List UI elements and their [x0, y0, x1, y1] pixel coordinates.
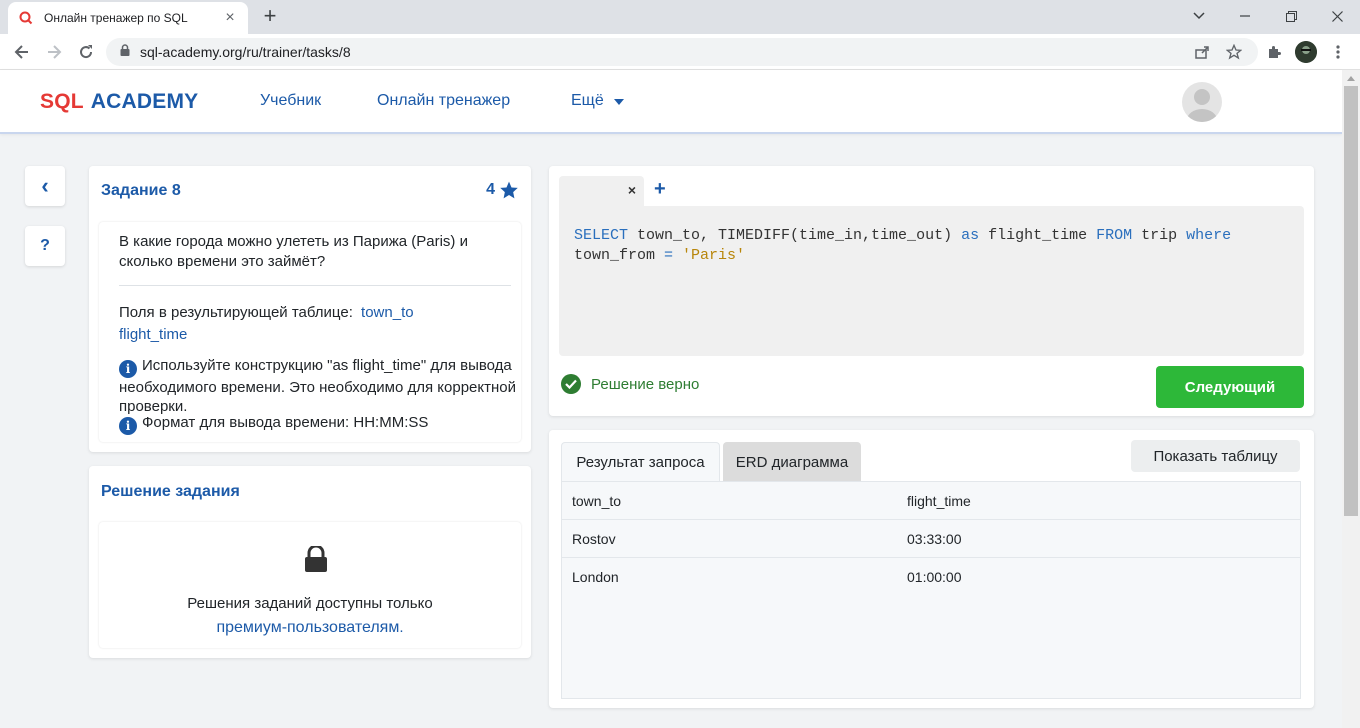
browser-tab[interactable]: Онлайн тренажер по SQL ×	[8, 2, 248, 34]
solution-locked-box: Решения заданий доступны только премиум-…	[99, 522, 521, 648]
show-table-button[interactable]: Показать таблицу	[1131, 440, 1300, 472]
hint-item: i Используйте конструкцию "as flight_time…	[119, 356, 519, 416]
table-row: Rostov 03:33:00	[562, 520, 1300, 558]
editor-tab[interactable]: ×	[559, 176, 644, 206]
scroll-thumb[interactable]	[1344, 86, 1358, 516]
caret-down-icon	[613, 99, 624, 105]
table-header-row: town_to flight_time	[562, 482, 1300, 520]
locked-suffix: .	[399, 619, 404, 636]
restore-button[interactable]	[1268, 0, 1314, 32]
extensions-puzzle-icon[interactable]	[1260, 38, 1288, 66]
logo-sql: SQL	[40, 90, 84, 113]
solution-title: Решение задания	[101, 483, 240, 500]
page-scrollbar[interactable]	[1342, 70, 1360, 728]
divider	[119, 285, 511, 286]
column-header: flight_time	[907, 493, 971, 509]
task-points-value: 4	[486, 181, 495, 198]
table-cell: 01:00:00	[907, 569, 962, 585]
tab-close-icon[interactable]: ×	[222, 10, 238, 26]
column-header: town_to	[572, 493, 622, 509]
solution-status: Решение верно	[561, 374, 699, 394]
info-icon: i	[119, 417, 137, 435]
task-points: 4	[486, 180, 519, 200]
locked-text: Решения заданий доступны только	[187, 595, 433, 612]
sql-editor[interactable]: SELECT town_to, TIMEDIFF(time_in,time_ou…	[559, 206, 1304, 356]
task-question: В какие города можно улететь из Парижа (…	[119, 233, 468, 270]
close-icon[interactable]: ×	[628, 182, 636, 198]
add-tab-button[interactable]: +	[654, 178, 666, 201]
table-row: London 01:00:00	[562, 558, 1300, 596]
hint-item: i Формат для вывода времени: HH:MM:SS	[119, 413, 519, 435]
new-tab-button[interactable]: +	[258, 4, 282, 28]
editor-card: × + SELECT town_to, TIMEDIFF(time_in,tim…	[549, 166, 1314, 416]
task-title: Задание 8	[101, 182, 181, 199]
url-text: sql-academy.org/ru/trainer/tasks/8	[140, 44, 351, 60]
star-icon	[500, 181, 518, 199]
tab-search-icon[interactable]	[1176, 0, 1222, 32]
question-icon: ?	[40, 237, 50, 254]
profile-avatar[interactable]	[1292, 38, 1320, 66]
sql-academy-favicon-icon	[18, 10, 34, 26]
scroll-up-arrow-icon[interactable]	[1347, 76, 1355, 81]
nav-more-label: Ещё	[571, 92, 604, 109]
nav-trainer-link[interactable]: Онлайн тренажер	[377, 92, 510, 110]
site-header: SQL ACADEMY Учебник Онлайн тренажер Ещё	[0, 70, 1342, 134]
browser-tabbar: Онлайн тренажер по SQL × +	[0, 0, 1360, 34]
field-town-to: town_to	[361, 304, 414, 321]
table-cell: Rostov	[572, 531, 616, 547]
nav-more-dropdown[interactable]: Ещё	[571, 92, 624, 110]
bookmark-star-icon[interactable]	[1220, 38, 1248, 66]
user-avatar[interactable]	[1182, 82, 1222, 122]
back-button[interactable]: ‹	[25, 166, 65, 206]
browser-menu-icon[interactable]	[1324, 38, 1352, 66]
table-cell: 03:33:00	[907, 531, 962, 547]
forward-arrow-icon[interactable]	[40, 38, 68, 66]
info-icon: i	[119, 360, 137, 378]
next-button[interactable]: Следующий	[1156, 366, 1304, 408]
address-bar[interactable]: sql-academy.org/ru/trainer/tasks/8	[106, 38, 1258, 66]
lock-icon	[304, 544, 328, 577]
status-text: Решение верно	[591, 375, 700, 393]
check-circle-icon	[561, 374, 581, 394]
chevron-left-icon: ‹	[41, 173, 49, 198]
logo-academy: ACADEMY	[90, 90, 199, 113]
tab-erd-diagram[interactable]: ERD диаграмма	[723, 442, 861, 482]
table-cell: London	[572, 569, 619, 585]
back-arrow-icon[interactable]	[8, 38, 36, 66]
result-fields: Поля в результирующей таблице: town_to f…	[119, 302, 519, 346]
minimize-button[interactable]	[1222, 0, 1268, 32]
tab-query-result[interactable]: Результат запроса	[561, 442, 720, 482]
task-description-box: В какие города можно улететь из Парижа (…	[99, 222, 521, 442]
solution-card: Решение задания Решения заданий доступны…	[89, 466, 531, 658]
task-card: Задание 8 4 В какие города можно улететь…	[89, 166, 531, 452]
lock-icon	[120, 43, 130, 61]
site-logo[interactable]: SQL ACADEMY	[40, 90, 198, 114]
browser-tab-title: Онлайн тренажер по SQL	[44, 11, 188, 25]
fields-label: Поля в результирующей таблице:	[119, 304, 353, 321]
nav-textbook-link[interactable]: Учебник	[260, 92, 321, 110]
browser-toolbar: sql-academy.org/ru/trainer/tasks/8	[0, 34, 1360, 70]
close-window-button[interactable]	[1314, 0, 1360, 32]
premium-users-link[interactable]: премиум-пользователям	[216, 619, 399, 636]
hint-text: Используйте конструкцию "as flight_time"…	[119, 357, 517, 415]
share-icon[interactable]	[1188, 38, 1216, 66]
field-flight-time: flight_time	[119, 326, 188, 343]
locked-message: Решения заданий доступны только премиум-…	[99, 592, 521, 640]
hint-text: Формат для вывода времени: HH:MM:SS	[142, 414, 429, 431]
reload-icon[interactable]	[72, 38, 100, 66]
sql-code: SELECT town_to, TIMEDIFF(time_in,time_ou…	[574, 227, 1232, 264]
results-card: Результат запроса ERD диаграмма Показать…	[549, 430, 1314, 708]
help-button[interactable]: ?	[25, 226, 65, 266]
results-table: town_to flight_time Rostov 03:33:00 Lond…	[561, 481, 1301, 699]
